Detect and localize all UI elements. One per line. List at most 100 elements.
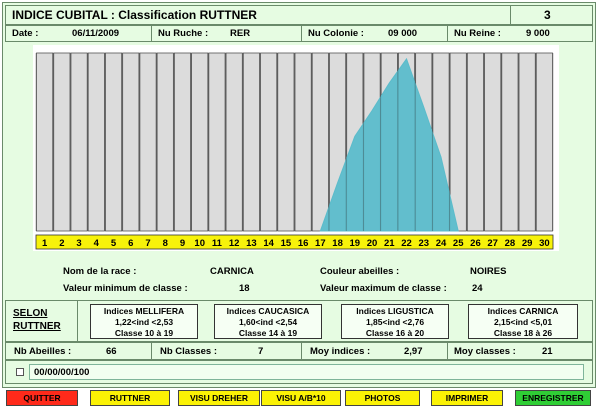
ligustica-title: Indices LIGUSTICA — [356, 306, 434, 316]
code-checkbox[interactable] — [16, 368, 24, 376]
x-tick-label: 26 — [470, 238, 481, 249]
imprimer-button[interactable]: IMPRIMER — [431, 390, 503, 406]
histogram-bar — [501, 52, 519, 232]
race-name-value: CARNICA — [210, 266, 254, 277]
selon-ruttner-bar: SELON RUTTNER Indices MELLIFERA 1,22<ind… — [5, 300, 593, 342]
info-bar: Date : 06/11/2009 Nu Ruche : RER Nu Colo… — [5, 25, 593, 42]
histogram-bar — [449, 52, 467, 232]
x-tick-label: 5 — [111, 238, 117, 249]
histogram-svg: 1 2 3 4 5 6 7 8 9 10 11 12 13 14 15 16 17 18 19 20 21 22 23 24 2… — [35, 52, 554, 250]
quitter-button[interactable]: QUITTER — [6, 390, 78, 406]
selon-label-line1: SELON — [13, 308, 48, 319]
abeilles-cell: Nb Abeilles : 66 — [6, 343, 152, 359]
race-name-label: Nom de la race : — [63, 266, 137, 277]
ruttner-button[interactable]: RUTTNER — [90, 390, 170, 406]
abeilles-value: 66 — [106, 346, 117, 357]
x-tick-label: 12 — [229, 238, 240, 249]
mellifera-box: Indices MELLIFERA 1,22<ind <2,53 Classe … — [90, 304, 198, 339]
moy-classes-value: 21 — [542, 346, 553, 357]
x-tick-label: 27 — [487, 238, 498, 249]
caucasica-title: Indices CAUCASICA — [226, 306, 310, 316]
histogram-bar — [484, 52, 502, 232]
carnica-range: 2,15<ind <5,01 — [493, 317, 553, 327]
histogram-bar — [208, 52, 226, 232]
histogram-bar — [70, 52, 88, 232]
header-bar: INDICE CUBITAL : Classification RUTTNER … — [5, 5, 593, 25]
colonie-cell: Nu Colonie : 09 000 — [302, 26, 448, 41]
moy-classes-label: Moy classes : — [454, 346, 516, 357]
stats-bar: Nb Abeilles : 66 Nb Classes : 7 Moy indi… — [5, 342, 593, 360]
x-tick-label: 10 — [194, 238, 205, 249]
histogram-chart: 1 2 3 4 5 6 7 8 9 10 11 12 13 14 15 16 17 18 19 20 21 22 23 24 2… — [33, 45, 559, 251]
x-tick-label: 28 — [505, 238, 516, 249]
x-tick-label: 11 — [212, 238, 223, 249]
code-bar: 00/00/00/100 — [5, 360, 593, 384]
histogram-bar — [87, 52, 105, 232]
enregistrer-button[interactable]: ENREGISTRER — [515, 390, 591, 406]
histogram-bar — [105, 52, 123, 232]
mellifera-range: 1,22<ind <2,53 — [114, 317, 174, 327]
ruche-cell: Nu Ruche : RER — [152, 26, 302, 41]
x-tick-label: 22 — [401, 238, 412, 249]
reine-value[interactable]: 9 000 — [526, 28, 550, 39]
histogram-bar — [535, 52, 553, 232]
histogram-bar — [277, 52, 295, 232]
ruche-value[interactable]: RER — [230, 28, 250, 39]
moy-indices-label: Moy indices : — [310, 346, 371, 357]
x-tick-label: 8 — [163, 238, 168, 249]
date-value[interactable]: 06/11/2009 — [72, 28, 119, 39]
ruche-label: Nu Ruche : — [158, 28, 209, 39]
selon-label-line2: RUTTNER — [13, 321, 61, 332]
histogram-bar — [466, 52, 484, 232]
x-tick-label: 16 — [298, 238, 309, 249]
x-tick-label: 1 — [42, 238, 48, 249]
x-tick-label: 20 — [367, 238, 378, 249]
date-cell: Date : 06/11/2009 — [6, 26, 152, 41]
x-tick-label: 2 — [59, 238, 64, 249]
page-number: 3 — [544, 8, 551, 22]
caucasica-box: Indices CAUCASICA 1,60<ind <2,54 Classe … — [214, 304, 322, 339]
histogram-bar — [311, 52, 329, 232]
ligustica-box: Indices LIGUSTICA 1,85<ind <2,76 Classe … — [341, 304, 449, 339]
histogram-bar — [156, 52, 174, 232]
classes-cell: Nb Classes : 7 — [152, 343, 302, 359]
histogram-bar — [53, 52, 71, 232]
x-tick-label: 18 — [332, 238, 343, 249]
x-tick-label: 29 — [522, 238, 533, 249]
couleur-value: NOIRES — [470, 266, 507, 277]
ligustica-classe: Classe 16 à 20 — [365, 328, 425, 338]
histogram-bar — [173, 52, 192, 232]
code-input[interactable]: 00/00/00/100 — [29, 364, 584, 380]
colonie-label: Nu Colonie : — [308, 28, 364, 39]
x-tick-label: 21 — [384, 238, 395, 249]
vmin-value: 18 — [239, 283, 250, 294]
histogram-bar — [36, 52, 54, 232]
x-tick-label: 7 — [145, 238, 150, 249]
colonie-value[interactable]: 09 000 — [388, 28, 417, 39]
histogram-bar — [242, 52, 260, 232]
histogram-bar — [139, 52, 157, 232]
photos-button[interactable]: PHOTOS — [345, 390, 420, 406]
x-tick-label: 25 — [453, 238, 464, 249]
reine-label: Nu Reine : — [454, 28, 501, 39]
x-tick-label: 17 — [315, 238, 326, 249]
x-tick-label: 24 — [436, 238, 447, 249]
couleur-label: Couleur abeilles : — [320, 266, 400, 277]
x-tick-label: 19 — [350, 238, 361, 249]
selon-label-cell: SELON RUTTNER — [6, 301, 78, 341]
histogram-bar — [260, 52, 278, 232]
x-tick-label: 4 — [94, 238, 100, 249]
x-tick-label: 9 — [180, 238, 185, 249]
histogram-bar — [191, 52, 209, 232]
x-tick-label: 13 — [246, 238, 257, 249]
x-tick-label: 23 — [418, 238, 429, 249]
moy-indices-value: 2,97 — [404, 346, 423, 357]
vmax-label: Valeur maximum de classe : — [320, 283, 447, 294]
visu-dreher-button[interactable]: VISU DREHER — [178, 390, 260, 406]
ligustica-range: 1,85<ind <2,76 — [365, 317, 425, 327]
header-title-cell: INDICE CUBITAL : Classification RUTTNER — [6, 6, 511, 24]
page-title: INDICE CUBITAL : Classification RUTTNER — [12, 8, 257, 22]
mellifera-title: Indices MELLIFERA — [103, 306, 185, 316]
visu-ab10-button[interactable]: VISU A/B*10 — [261, 390, 341, 406]
caucasica-range: 1,60<ind <2,54 — [238, 317, 298, 327]
